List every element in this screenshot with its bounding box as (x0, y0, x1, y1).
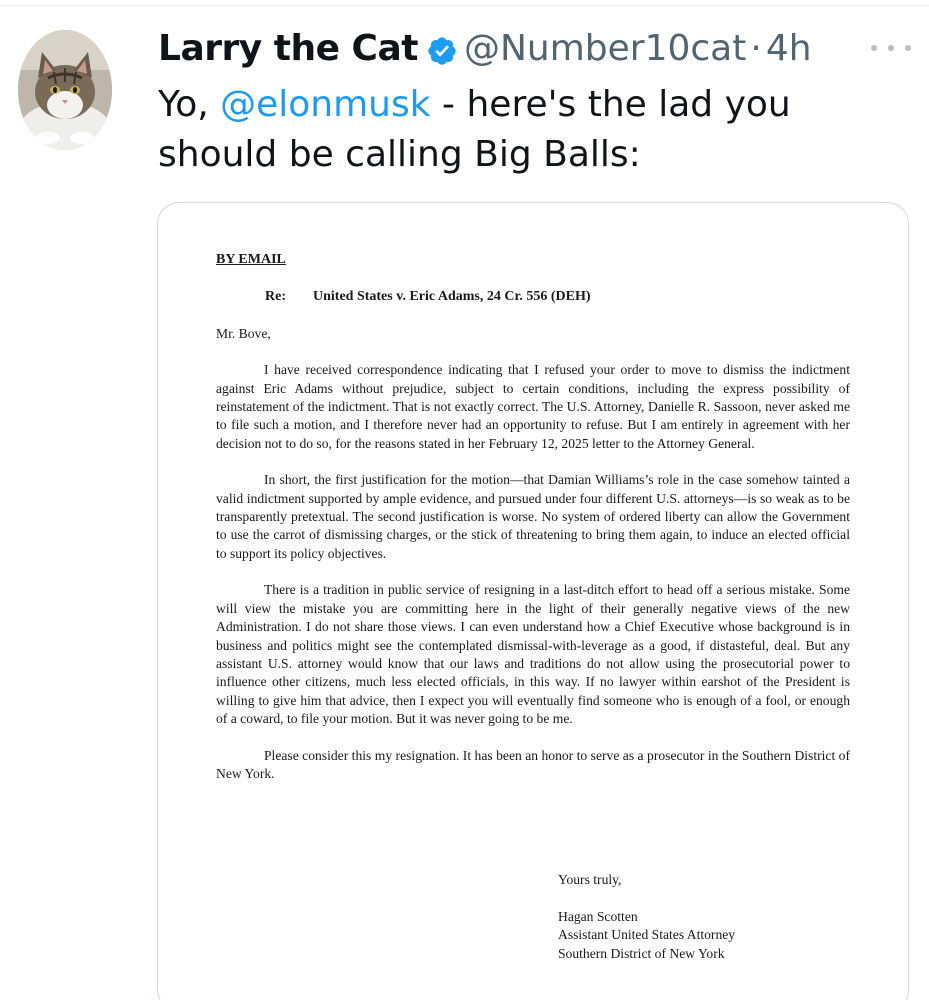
tweet-text: Yo, @elonmusk - here's the lad you shoul… (158, 80, 898, 180)
letter-salutation: Mr. Bove, (216, 325, 271, 341)
separator-dot: · (750, 28, 762, 69)
more-options-icon[interactable] (871, 38, 911, 58)
handle[interactable]: @Number10cat (464, 26, 746, 72)
letter-re-line: Re: United States v. Eric Adams, 24 Cr. 5… (216, 288, 850, 306)
letter-by-email: BY EMAIL (216, 252, 286, 267)
letter-re-label: Re: (265, 289, 286, 305)
letter-paragraph: Please consider this my resignation. It … (216, 747, 850, 781)
verified-badge-icon (426, 33, 458, 65)
letter-signature-block: Hagan Scotten Assistant United States At… (558, 908, 735, 963)
display-name[interactable]: Larry the Cat (158, 26, 418, 72)
signer-title: Assistant United States Attorney (558, 927, 736, 943)
letter-paragraph: There is a tradition in public service o… (216, 582, 850, 727)
letter-closing: Yours truly, (558, 872, 622, 887)
mention-link[interactable]: @elonmusk (220, 84, 430, 125)
letter-re-text: United States v. Eric Adams, 24 Cr. 556 … (313, 289, 591, 305)
signer-office: Southern District of New York (558, 945, 725, 961)
top-divider (0, 0, 929, 6)
more-dot (871, 45, 877, 51)
timestamp[interactable]: 4h (766, 26, 812, 72)
letter-body: BY EMAIL Re: United States v. Eric Adams,… (216, 251, 850, 783)
tweet-text-prefix: Yo, (158, 84, 221, 125)
letter-paragraph: I have received correspondence indicatin… (216, 362, 850, 451)
tweet-header: Larry the Cat @Number10cat · 4h (158, 24, 909, 74)
more-dot (888, 45, 894, 51)
attached-letter-image[interactable]: BY EMAIL Re: United States v. Eric Adams,… (157, 202, 909, 1000)
signer-name: Hagan Scotten (558, 909, 638, 924)
cat-photo (18, 30, 112, 150)
letter-paragraph: In short, the first justification for th… (216, 472, 850, 561)
avatar[interactable] (18, 30, 112, 150)
more-dot (905, 45, 911, 51)
